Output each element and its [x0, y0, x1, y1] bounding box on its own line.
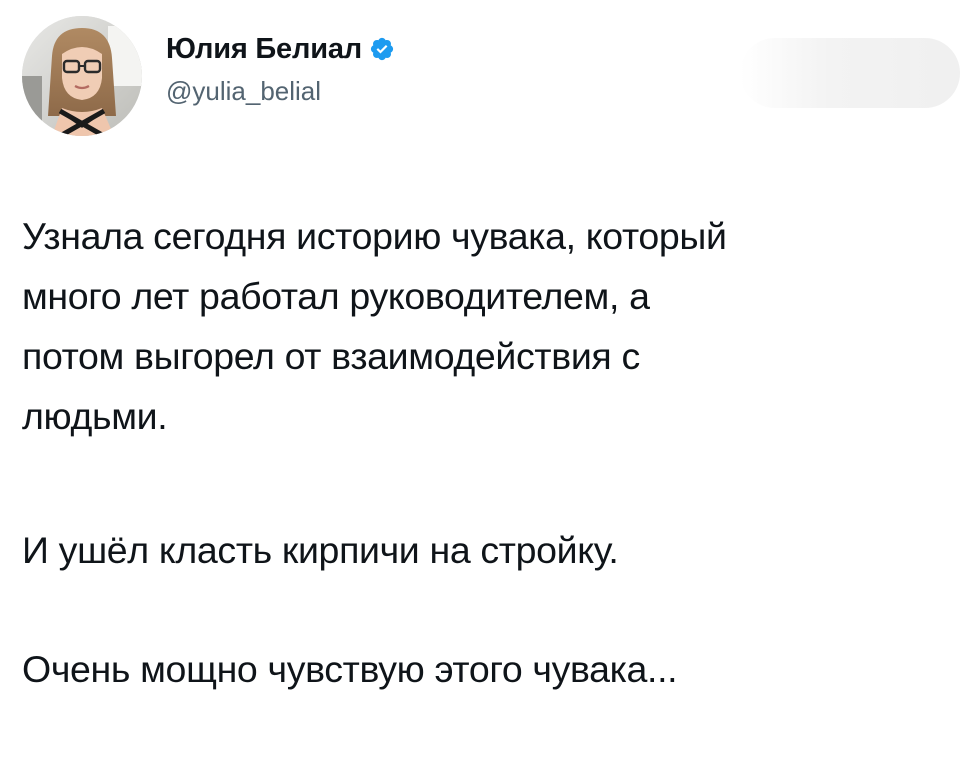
- author-info: Юлия Белиал @yulia_belial: [166, 30, 395, 107]
- avatar-image: [22, 16, 142, 136]
- tweet-line: много лет работал руководителем, а: [22, 275, 650, 317]
- blurred-action-area: [740, 38, 960, 108]
- tweet-line: И ушёл класть кирпичи на стройку.: [22, 529, 619, 571]
- verified-badge-icon[interactable]: [369, 36, 395, 62]
- author-handle[interactable]: @yulia_belial: [166, 76, 395, 107]
- tweet-line: Очень мощно чувствую этого чувака...: [22, 648, 678, 690]
- author-name-row: Юлия Белиал: [166, 30, 395, 68]
- tweet-line: людьми.: [22, 395, 168, 437]
- author-avatar[interactable]: [22, 16, 142, 136]
- tweet-paragraph-3: Очень мощно чувствую этого чувака...: [22, 639, 938, 699]
- tweet-line: Узнала сегодня историю чувака, который: [22, 215, 727, 257]
- tweet-paragraph-2: И ушёл класть кирпичи на стройку.: [22, 520, 938, 580]
- tweet-header: Юлия Белиал @yulia_belial: [22, 16, 960, 136]
- author-display-name[interactable]: Юлия Белиал: [166, 33, 362, 66]
- tweet-line: потом выгорел от взаимодействия с: [22, 335, 640, 377]
- tweet-paragraph-1: Узнала сегодня историю чувака, который м…: [22, 206, 938, 446]
- tweet-card: Юлия Белиал @yulia_belial Узнала сегодня…: [0, 0, 960, 771]
